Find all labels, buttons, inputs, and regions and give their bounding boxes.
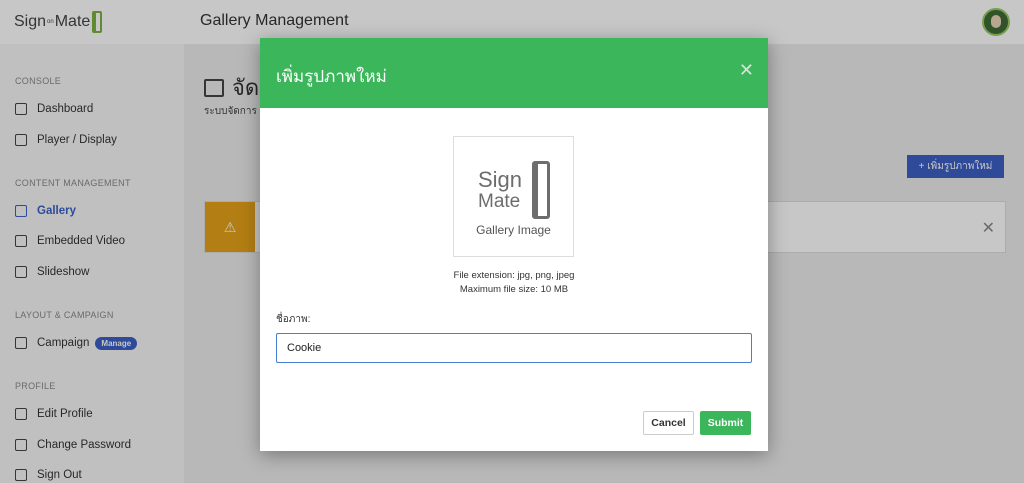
placeholder-caption: Gallery Image	[476, 223, 551, 237]
modal-title: เพิ่มรูปภาพใหม่	[276, 67, 387, 86]
cancel-button[interactable]: Cancel	[643, 411, 694, 435]
modal-header: เพิ่มรูปภาพใหม่ ✕	[260, 38, 768, 108]
add-image-modal: เพิ่มรูปภาพใหม่ ✕ Sign Mate Gallery Imag…	[260, 38, 768, 451]
signmate-frame-icon	[532, 161, 550, 219]
file-size-hint: Maximum file size: 10 MB	[459, 284, 569, 295]
submit-button[interactable]: Submit	[700, 411, 751, 435]
gallery-image-placeholder[interactable]: Sign Mate Gallery Image	[453, 136, 574, 257]
image-name-input[interactable]	[276, 333, 752, 363]
close-icon[interactable]: ✕	[739, 60, 754, 81]
placeholder-text-mate: Mate	[478, 191, 521, 212]
image-name-label: ชื่อภาพ:	[276, 314, 311, 325]
file-extension-hint: File extension: jpg, png, jpeg	[453, 270, 575, 281]
placeholder-text-sign: Sign	[478, 167, 523, 192]
